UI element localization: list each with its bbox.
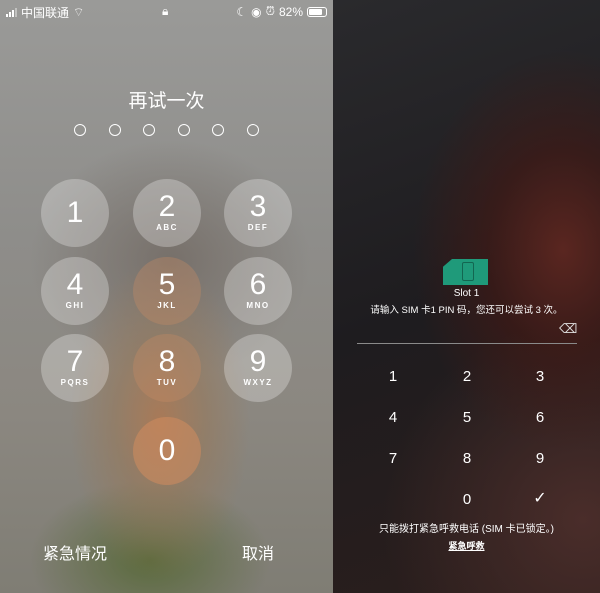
sim-key-6[interactable]: 6 bbox=[520, 409, 560, 426]
key-digit: 4 bbox=[66, 268, 84, 301]
key-2[interactable]: 2 ABC bbox=[133, 179, 201, 247]
key-digit: 8 bbox=[158, 345, 176, 378]
sim-pin-prompt: 请输入 SIM 卡1 PIN 码，您还可以尝试 3 次。 bbox=[370, 305, 563, 316]
key-digit: 3 bbox=[249, 190, 267, 223]
emergency-call-link[interactable]: 紧急呼救 bbox=[333, 539, 600, 552]
key-9[interactable]: 9 WXYZ bbox=[224, 334, 292, 402]
sim-key-0[interactable]: 0 bbox=[447, 491, 487, 508]
lock-icon: 🔒︎ bbox=[162, 4, 169, 18]
passcode-dot bbox=[212, 124, 225, 136]
sim-key-7[interactable]: 7 bbox=[373, 450, 413, 467]
key-letters: GHI bbox=[65, 301, 85, 310]
sim-key-2[interactable]: 2 bbox=[447, 368, 487, 385]
key-digit: 6 bbox=[249, 268, 267, 301]
status-right: ☾ ◉ ⏰︎ 82% bbox=[236, 4, 327, 19]
key-letters: MNO bbox=[246, 301, 270, 310]
key-8[interactable]: 8 TUV bbox=[133, 334, 201, 402]
key-letters: DEF bbox=[247, 223, 269, 232]
key-4[interactable]: 4 GHI bbox=[41, 257, 109, 325]
carrier: 中国联通 bbox=[21, 6, 70, 20]
check-icon[interactable]: ✓ bbox=[520, 488, 560, 508]
sim-key-3[interactable]: 3 bbox=[520, 368, 560, 385]
sim-slot-label: Slot 1 bbox=[453, 288, 480, 299]
pin-input[interactable] bbox=[357, 343, 577, 344]
moon-icon: ☾ bbox=[236, 4, 248, 19]
key-digit: 1 bbox=[66, 196, 84, 229]
key-digit: 2 bbox=[158, 190, 176, 223]
battery-percent: 82% bbox=[278, 4, 303, 19]
alarm-icon: ⏰︎ bbox=[265, 4, 275, 18]
key-1[interactable]: 1 bbox=[41, 179, 109, 247]
passcode-dot bbox=[74, 124, 86, 136]
key-letters: TUV bbox=[156, 378, 178, 387]
key-0[interactable]: 0 bbox=[133, 417, 201, 485]
emergency-button[interactable]: 紧急情况 bbox=[43, 540, 107, 564]
sim-key-5[interactable]: 5 bbox=[447, 409, 487, 426]
status-left: 中国联通 ⌔ bbox=[6, 4, 84, 21]
key-7[interactable]: 7 PQRS bbox=[41, 334, 109, 402]
sim-key-9[interactable]: 9 bbox=[520, 450, 560, 467]
signal-icon bbox=[6, 8, 17, 17]
key-6[interactable]: 6 MNO bbox=[224, 257, 292, 325]
key-letters: ABC bbox=[156, 223, 178, 232]
key-digit: 0 bbox=[158, 434, 176, 467]
sim-key-4[interactable]: 4 bbox=[373, 409, 413, 426]
key-letters: WXYZ bbox=[243, 378, 273, 387]
key-digit: 7 bbox=[66, 345, 84, 378]
passcode-dot bbox=[177, 124, 190, 136]
passcode-dot bbox=[143, 124, 156, 136]
key-5[interactable]: 5 JKL bbox=[133, 257, 201, 325]
key-digit: 9 bbox=[249, 345, 267, 378]
sim-pin-screen: Slot 1 请输入 SIM 卡1 PIN 码，您还可以尝试 3 次。 ⌫ 1 2… bbox=[333, 0, 600, 593]
cancel-button[interactable]: 取消 bbox=[242, 540, 274, 564]
rotation-lock-icon: ◉ bbox=[251, 4, 262, 19]
key-letters: PQRS bbox=[60, 378, 90, 387]
backspace-icon[interactable]: ⌫ bbox=[559, 321, 577, 337]
passcode-dot bbox=[247, 124, 259, 136]
battery-icon bbox=[307, 6, 327, 17]
passcode-title: 再试一次 bbox=[128, 91, 205, 112]
key-3[interactable]: 3 DEF bbox=[224, 179, 292, 247]
sim-locked-note: 只能拨打紧急呼救电话 (SIM 卡已锁定。) bbox=[379, 524, 554, 535]
key-digit: 5 bbox=[158, 268, 176, 301]
sim-key-1[interactable]: 1 bbox=[373, 368, 413, 385]
wifi-icon: ⌔ bbox=[73, 5, 85, 19]
key-letters: JKL bbox=[157, 301, 177, 310]
passcode-dot bbox=[108, 124, 121, 136]
sim-card-icon bbox=[443, 259, 488, 285]
sim-key-8[interactable]: 8 bbox=[447, 450, 487, 467]
ios-passcode-screen: 中国联通 ⌔ 🔒︎ ☾ ◉ ⏰︎ 82% 再试一次 1 2 ABC 3 DEF 4 GHI 5… bbox=[0, 0, 333, 593]
